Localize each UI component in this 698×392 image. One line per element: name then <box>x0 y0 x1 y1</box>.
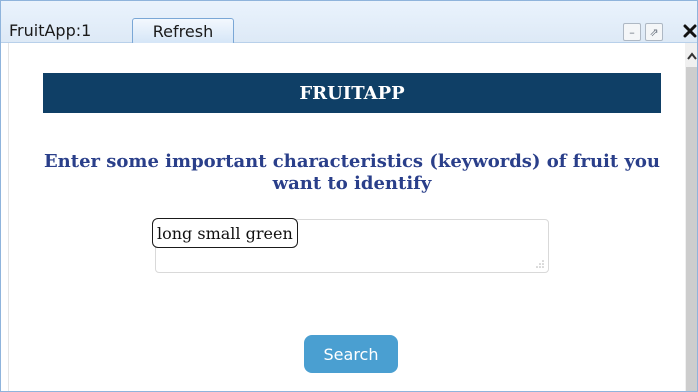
keywords-textarea[interactable]: long small green <box>152 218 549 273</box>
minimize-icon[interactable]: – <box>623 23 641 41</box>
search-button[interactable]: Search <box>304 335 398 373</box>
close-x-glyph <box>683 24 697 38</box>
app-title: FRUITAPP <box>299 82 405 104</box>
prompt-text: Enter some important characteristics (ke… <box>43 151 661 194</box>
minimize-symbol: – <box>629 25 635 39</box>
left-panel-edge <box>1 43 9 391</box>
popout-symbol: ⇗ <box>649 25 659 39</box>
window-titlebar: FruitApp:1 Refresh – ⇗ <box>1 1 697 45</box>
scroll-up-arrow-icon[interactable] <box>685 49 697 63</box>
close-icon[interactable] <box>681 21 697 41</box>
resize-grip-icon[interactable] <box>536 260 544 268</box>
keywords-value: long small green <box>152 218 298 248</box>
popout-icon[interactable]: ⇗ <box>645 23 663 41</box>
vertical-scrollbar[interactable] <box>685 43 697 391</box>
app-header: FRUITAPP <box>43 73 661 113</box>
window-title: FruitApp:1 <box>9 21 92 40</box>
scroll-thumb[interactable] <box>686 67 697 391</box>
refresh-button[interactable]: Refresh <box>132 18 234 45</box>
app-content: FRUITAPP Enter some important characteri… <box>9 43 685 391</box>
scroll-up-glyph <box>687 52 697 60</box>
app-window: FruitApp:1 Refresh – ⇗ FRUITAPP Enter so… <box>0 0 698 392</box>
